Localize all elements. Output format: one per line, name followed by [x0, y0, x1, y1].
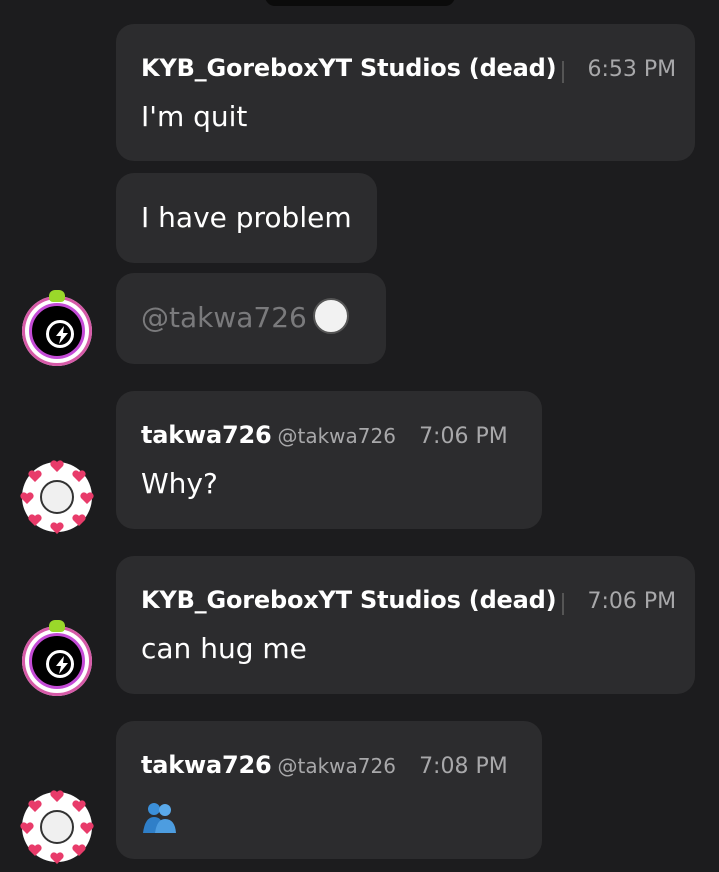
message-time: 7:06 PM: [419, 424, 508, 449]
message-text: [141, 801, 177, 840]
heart-icon: [28, 800, 42, 812]
message-text: Why?: [141, 467, 218, 500]
message-bubble[interactable]: KYB_GoreboxYT Studios (dead) 7:06 PM can…: [116, 556, 695, 694]
message-bubble[interactable]: I have problem: [116, 173, 377, 263]
message-handle[interactable]: @takwa726: [278, 424, 396, 448]
heart-icon: [28, 514, 42, 526]
frog-badge-icon: [49, 620, 65, 632]
heart-icon: [50, 522, 64, 534]
message-time: 7:06 PM: [587, 589, 677, 614]
heart-icon: [72, 800, 86, 812]
avatar-face: [40, 480, 74, 514]
heart-icon: [72, 514, 86, 526]
message-text: @takwa726: [141, 298, 349, 337]
message-author[interactable]: takwa726: [141, 421, 272, 449]
heart-icon: [80, 492, 94, 504]
user-avatar[interactable]: [20, 460, 94, 534]
message-text: I have problem: [141, 201, 352, 234]
mention-avatar: [312, 298, 349, 334]
heart-icon: [72, 470, 86, 482]
frog-badge-icon: [49, 290, 65, 302]
message-bubble[interactable]: KYB_GoreboxYT Studios (dead) 6:53 PM I'm…: [116, 24, 695, 161]
user-avatar[interactable]: [22, 620, 92, 696]
avatar-inner-circle: [46, 320, 74, 348]
truncation-divider: [562, 60, 565, 83]
message-header: takwa726 @takwa726 7:08 PM: [141, 751, 508, 779]
message-time: 6:53 PM: [587, 57, 677, 82]
message-text: I'm quit: [141, 100, 248, 133]
lightning-bolt-icon: [56, 656, 68, 674]
heart-icon: [50, 460, 64, 472]
message-header: KYB_GoreboxYT Studios (dead) 6:53 PM: [141, 54, 676, 83]
avatar-inner-circle: [46, 650, 74, 678]
message-header: takwa726 @takwa726 7:06 PM: [141, 421, 508, 449]
heart-icon: [50, 852, 64, 864]
avatar-ring: [29, 633, 85, 689]
truncation-divider: [562, 592, 565, 615]
people-hugging-emoji: [143, 803, 176, 833]
message-bubble[interactable]: takwa726 @takwa726 7:08 PM: [116, 721, 542, 859]
message-time: 7:08 PM: [419, 754, 508, 779]
message-text: can hug me: [141, 632, 307, 665]
heart-icon: [80, 822, 94, 834]
message-handle[interactable]: @takwa726: [278, 754, 396, 778]
heart-icon: [20, 822, 34, 834]
user-avatar[interactable]: [22, 290, 92, 366]
heart-icon: [28, 844, 42, 856]
message-bubble[interactable]: takwa726 @takwa726 7:06 PM Why?: [116, 391, 542, 529]
heart-icon: [20, 492, 34, 504]
message-author[interactable]: KYB_GoreboxYT Studios (dead): [141, 54, 557, 82]
message-bubble[interactable]: @takwa726: [116, 273, 386, 364]
avatar-face: [40, 810, 74, 844]
heart-icon: [50, 790, 64, 802]
message-author[interactable]: takwa726: [141, 751, 272, 779]
top-notch: [265, 0, 455, 6]
message-author[interactable]: KYB_GoreboxYT Studios (dead): [141, 586, 557, 614]
user-mention[interactable]: @takwa726: [141, 301, 307, 334]
message-header: KYB_GoreboxYT Studios (dead) 7:06 PM: [141, 586, 676, 615]
heart-icon: [72, 844, 86, 856]
user-avatar[interactable]: [20, 790, 94, 864]
avatar-ring: [29, 303, 85, 359]
heart-icon: [28, 470, 42, 482]
lightning-bolt-icon: [56, 326, 68, 344]
